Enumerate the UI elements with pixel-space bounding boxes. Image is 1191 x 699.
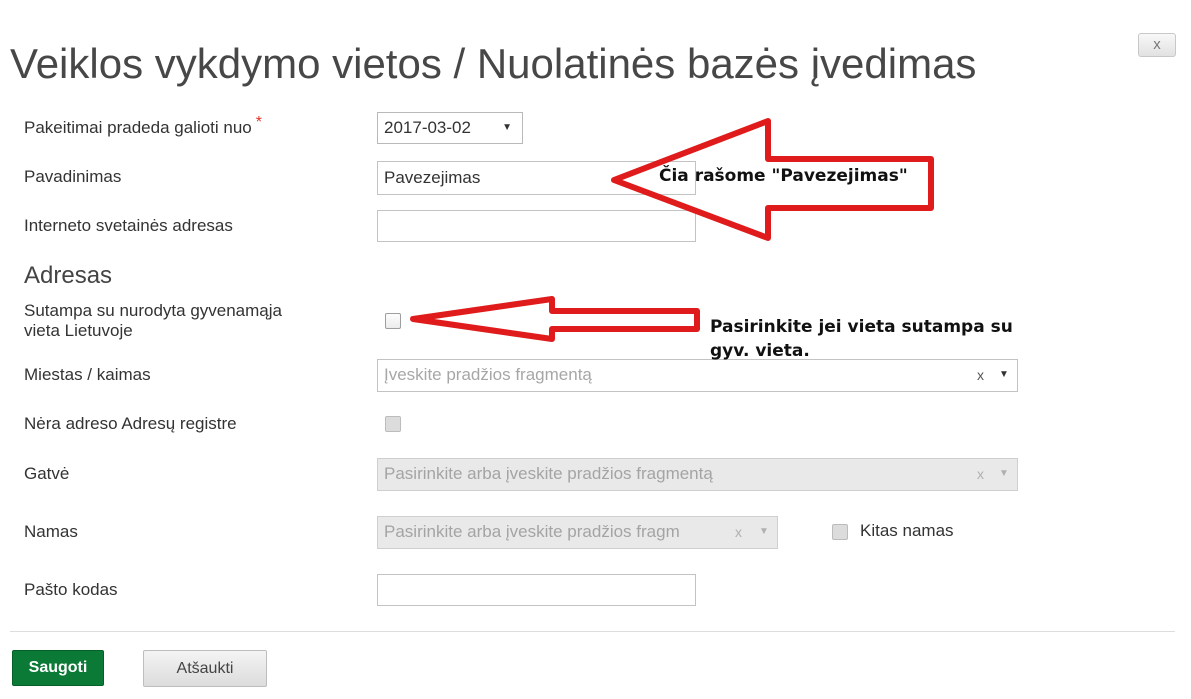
- checkbox-hint-line1: Pasirinkite jei vieta sutampa su: [710, 317, 1013, 337]
- arrow-icon: [410, 296, 700, 342]
- name-input[interactable]: [377, 161, 696, 195]
- house-combobox[interactable]: Pasirinkite arba įveskite pradžios fragm…: [377, 516, 778, 549]
- checkbox-hint-annotation: Pasirinkite jei vieta sutampa su gyv. vi…: [710, 315, 1013, 363]
- dialog-title: Veiklos vykdymo vietos / Nuolatinės bazė…: [10, 40, 977, 87]
- other-house-checkbox[interactable]: [832, 524, 848, 540]
- clear-icon[interactable]: x: [977, 459, 984, 489]
- house-label: Namas: [24, 522, 78, 541]
- checkbox-hint-line2: gyv. vieta.: [710, 341, 810, 361]
- no-registry-address-label: Nėra adreso Adresų registre: [24, 414, 237, 433]
- postal-code-label: Pašto kodas: [24, 580, 118, 599]
- same-as-residence-label-line2: vieta Lietuvoje: [24, 321, 133, 340]
- same-as-residence-label-line1: Sutampa su nurodyta gyvenamąja: [24, 301, 282, 320]
- street-label: Gatvė: [24, 464, 70, 483]
- city-combobox[interactable]: Įveskite pradžios fragmentą x ▼: [377, 359, 1018, 392]
- website-input[interactable]: [377, 210, 696, 242]
- city-placeholder: Įveskite pradžios fragmentą: [384, 365, 592, 384]
- footer-divider: [10, 631, 1175, 632]
- other-house-label: Kitas namas: [860, 521, 954, 540]
- address-section-title: Adresas: [24, 262, 113, 289]
- chevron-down-icon: ▼: [502, 122, 512, 133]
- city-label: Miestas / kaimas: [24, 365, 151, 384]
- effective-date-label: Pakeitimai pradeda galioti nuo *: [24, 114, 262, 138]
- clear-icon[interactable]: x: [735, 517, 742, 547]
- chevron-down-icon[interactable]: ▼: [999, 459, 1009, 489]
- effective-date-value: 2017-03-02: [384, 118, 471, 137]
- required-asterisk: *: [255, 114, 262, 131]
- save-button[interactable]: Saugoti: [12, 650, 104, 686]
- cancel-button[interactable]: Atšaukti: [143, 650, 267, 687]
- website-label: Interneto svetainės adresas: [24, 216, 233, 235]
- same-as-residence-label: Sutampa su nurodyta gyvenamąja vieta Lie…: [24, 301, 282, 341]
- chevron-down-icon[interactable]: ▼: [999, 360, 1009, 390]
- name-hint-annotation: Čia rašome "Pavezejimas": [659, 166, 908, 186]
- house-placeholder: Pasirinkite arba įveskite pradžios fragm: [384, 522, 680, 541]
- effective-date-select[interactable]: 2017-03-02 ▼: [377, 112, 523, 144]
- close-button[interactable]: x: [1138, 33, 1176, 57]
- name-label: Pavadinimas: [24, 167, 122, 186]
- postal-code-input[interactable]: [377, 574, 696, 606]
- effective-date-label-text: Pakeitimai pradeda galioti nuo: [24, 118, 252, 137]
- same-as-residence-checkbox[interactable]: [385, 313, 401, 329]
- street-combobox[interactable]: Pasirinkite arba įveskite pradžios fragm…: [377, 458, 1018, 491]
- chevron-down-icon[interactable]: ▼: [759, 517, 769, 547]
- street-placeholder: Pasirinkite arba įveskite pradžios fragm…: [384, 464, 713, 483]
- clear-icon[interactable]: x: [977, 360, 984, 390]
- no-registry-address-checkbox[interactable]: [385, 416, 401, 432]
